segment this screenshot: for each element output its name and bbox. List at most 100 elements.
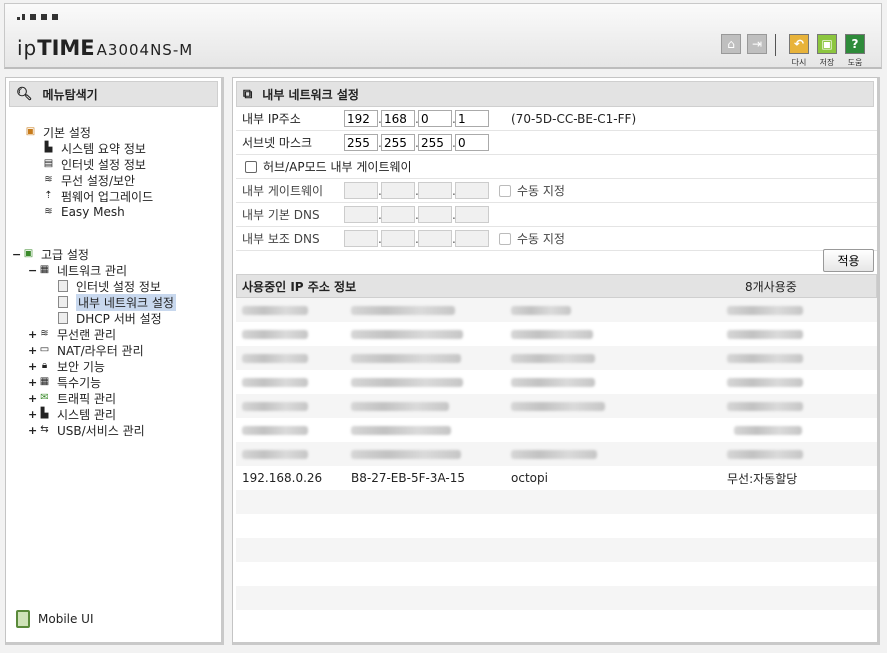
page-icon [58, 280, 68, 292]
sidebar-item-dhcp-server[interactable]: DHCP 서버 설정 [58, 310, 162, 326]
ip-octet-4[interactable] [455, 110, 489, 127]
network-management-label: 네트워크 관리 [57, 263, 128, 278]
subnet-octet-2[interactable] [381, 134, 415, 151]
subnet-octet-1[interactable] [344, 134, 378, 151]
magnifier-icon: 🔍︎ [16, 86, 33, 102]
gateway-row: 내부 게이트웨이 . . . 수동 지정 [236, 179, 877, 203]
header-bar: ipTIME A3004NS-M ⌂ ⇥ ↶ 다시 ▣ 저장 ? 도움 [4, 3, 882, 69]
table-row [236, 394, 877, 418]
table-row [236, 442, 877, 466]
subnet-octet-4[interactable] [455, 134, 489, 151]
dns1-octet-3[interactable] [418, 206, 452, 223]
dns1-octet-1[interactable] [344, 206, 378, 223]
dns2-octet-3[interactable] [418, 230, 452, 247]
network-management-group[interactable]: − ▦ 네트워크 관리 [28, 262, 127, 278]
brand-logo: ipTIME A3004NS-M [17, 36, 194, 60]
collapse-icon[interactable]: − [12, 248, 22, 261]
gateway-label: 내부 게이트웨이 [242, 184, 324, 198]
gateway-octet-1[interactable] [344, 182, 378, 199]
hub-ap-checkbox[interactable] [245, 160, 257, 173]
sidebar-item-internet-settings[interactable]: 인터넷 설정 정보 [58, 278, 161, 294]
collapse-icon[interactable]: − [28, 264, 38, 277]
table-row: 192.168.0.26 B8-27-EB-5F-3A-15 octopi 무선… [236, 466, 877, 490]
gateway-manual-checkbox[interactable] [499, 184, 511, 197]
gateway-octet-4[interactable] [455, 182, 489, 199]
subnet-field: . . . [344, 134, 489, 151]
refresh-button[interactable]: ↶ 다시 [788, 34, 810, 68]
apply-button[interactable]: 적용 [823, 249, 874, 272]
sidebar-item-label: 시스템 요약 정보 [61, 141, 146, 156]
window-icon: ⧉ [243, 86, 253, 102]
table-row [236, 514, 877, 538]
ip-address-label: 내부 IP주소 [242, 112, 301, 126]
subnet-octet-3[interactable] [418, 134, 452, 151]
gateway-octet-3[interactable] [418, 182, 452, 199]
sidebar-item-label: 무선 설정/보안 [61, 173, 136, 188]
sidebar-item-usb-service[interactable]: + ⇆ USB/서비스 관리 [28, 422, 145, 438]
help-button[interactable]: ? 도움 [844, 34, 866, 68]
row-mac: B8-27-EB-5F-3A-15 [351, 471, 465, 485]
dns2-octet-2[interactable] [381, 230, 415, 247]
table-row [236, 586, 877, 610]
sidebar-item-system-summary[interactable]: ▙ 시스템 요약 정보 [42, 140, 146, 156]
subnet-label: 서브넷 마스크 [242, 136, 313, 150]
sidebar-item-label: Easy Mesh [61, 205, 125, 219]
panel-title: ⧉ 내부 네트워크 설정 [236, 81, 874, 107]
mobile-ui-link[interactable]: Mobile UI [16, 610, 94, 628]
row-ip: 192.168.0.26 [242, 471, 323, 485]
save-label: 저장 [819, 58, 835, 67]
expand-icon[interactable]: + [28, 424, 38, 437]
network-icon: ▦ [39, 264, 50, 275]
sidebar-item-internet-info[interactable]: ▤ 인터넷 설정 정보 [42, 156, 146, 172]
advanced-settings-label: 고급 설정 [41, 247, 89, 262]
expand-icon[interactable]: + [28, 344, 38, 357]
sidebar-item-system-mgmt[interactable]: + ▙ 시스템 관리 [28, 406, 116, 422]
table-row [236, 322, 877, 346]
sidebar-item-firmware-upgrade[interactable]: ⇡ 펌웨어 업그레이드 [42, 188, 153, 204]
expand-icon[interactable]: + [28, 392, 38, 405]
expand-icon[interactable]: + [28, 328, 38, 341]
chart-icon: ▙ [44, 142, 53, 153]
expand-icon[interactable]: + [28, 376, 38, 389]
gateway-octet-2[interactable] [381, 182, 415, 199]
sidebar-item-easy-mesh[interactable]: ≋ Easy Mesh [42, 204, 125, 220]
sidebar-item-label: 시스템 관리 [57, 407, 117, 422]
refresh-label: 다시 [791, 58, 807, 67]
ip-octet-3[interactable] [418, 110, 452, 127]
sidebar-item-wireless-mgmt[interactable]: + ≋ 무선랜 관리 [28, 326, 116, 342]
sidebar-item-internal-network[interactable]: 내부 네트워크 설정 [58, 293, 176, 311]
dns-manual-checkbox[interactable] [499, 232, 511, 245]
folder-icon: ▣ [23, 248, 34, 259]
table-row [236, 346, 877, 370]
sidebar-item-nat-router[interactable]: + ▭ NAT/라우터 관리 [28, 342, 144, 358]
advanced-settings-group[interactable]: − ▣ 고급 설정 [12, 246, 89, 262]
ip-octet-2[interactable] [381, 110, 415, 127]
subnet-row: 서브넷 마스크 . . . [236, 131, 877, 155]
save-button[interactable]: ▣ 저장 [816, 34, 838, 68]
sidebar-item-label: 펌웨어 업그레이드 [61, 189, 154, 204]
page-icon [58, 312, 68, 324]
row-hostname: octopi [511, 471, 548, 485]
sidebar-item-special[interactable]: + ▦ 특수기능 [28, 374, 101, 390]
sidebar-item-wireless-security[interactable]: ≋ 무선 설정/보안 [42, 172, 135, 188]
dns1-octet-4[interactable] [455, 206, 489, 223]
menu-navigator-label: 메뉴탐색기 [42, 87, 98, 102]
dns2-octet-4[interactable] [455, 230, 489, 247]
table-row [236, 610, 877, 634]
dns2-field: . . . [344, 230, 489, 247]
dns1-octet-2[interactable] [381, 206, 415, 223]
expand-icon[interactable]: + [28, 360, 38, 373]
sidebar-item-traffic[interactable]: + ✉ 트래픽 관리 [28, 390, 116, 406]
basic-settings-group[interactable]: ▣ 기본 설정 [24, 124, 91, 140]
sidebar-item-security[interactable]: + 🔒︎ 보안 기능 [28, 358, 105, 374]
lock-icon: 🔒︎ [41, 360, 48, 371]
dns2-octet-1[interactable] [344, 230, 378, 247]
refresh-icon: ↶ [789, 34, 809, 54]
ip-usage-table: 사용중인 IP 주소 정보 8개사용중 192.168.0.26 B8-27-E… [236, 274, 877, 634]
logout-icon[interactable]: ⇥ [747, 34, 767, 54]
ip-octet-1[interactable] [344, 110, 378, 127]
home-icon[interactable]: ⌂ [721, 34, 741, 54]
wireless-icon: ≋ [44, 174, 53, 185]
expand-icon[interactable]: + [28, 408, 38, 421]
sidebar-item-label: 무선랜 관리 [57, 327, 117, 342]
